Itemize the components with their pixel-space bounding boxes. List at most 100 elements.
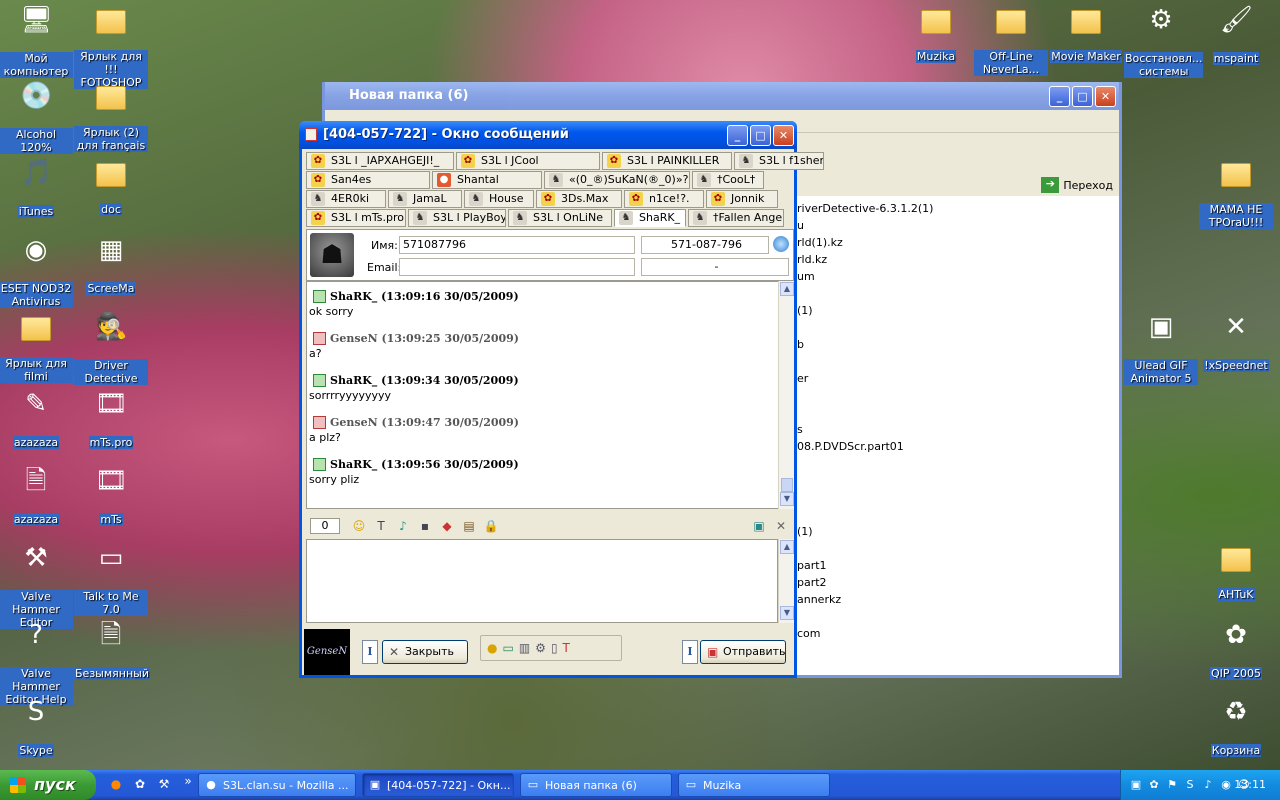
minimize-button[interactable]: _ bbox=[727, 125, 748, 146]
desktop-icon-14[interactable]: 🎞 mTs bbox=[74, 465, 148, 526]
desktop-icon-23[interactable]: ⚙ Восстановл... системы bbox=[1124, 4, 1204, 78]
desktop-icon-27[interactable]: ✕ !xSpeednet bbox=[1199, 311, 1273, 372]
contact-tab[interactable]: ● Shantal bbox=[432, 171, 542, 189]
close-button[interactable]: ✕ bbox=[773, 125, 794, 146]
volume-icon[interactable]: ♪ bbox=[1201, 778, 1215, 792]
contact-tab[interactable]: ♞ S3L l f1sher bbox=[734, 152, 824, 170]
desktop-icon-11[interactable]: ✎ azazaza bbox=[0, 388, 73, 449]
contact-tab[interactable]: ♞ «(0_®)SuKaN(®_0)»? bbox=[544, 171, 690, 189]
desktop-icon-22[interactable]: Movie Maker bbox=[1049, 4, 1123, 63]
message-input[interactable] bbox=[306, 539, 778, 623]
desktop-icon-26[interactable]: ▣ Ulead GIF Animator 5 bbox=[1124, 311, 1198, 385]
desktop-icon-29[interactable]: ✿ QIP 2005 bbox=[1199, 619, 1273, 680]
desktop-icon-8[interactable]: ▦ ScreeMa bbox=[74, 234, 148, 295]
desktop-icon-28[interactable]: AHTuK bbox=[1199, 542, 1273, 601]
speech-icon[interactable]: ● bbox=[487, 641, 497, 655]
desktop-icon-10[interactable]: 🕵 Driver Detective bbox=[74, 311, 148, 385]
input-scrollbar[interactable]: ▲ ▼ bbox=[778, 539, 794, 623]
font-icon[interactable]: T bbox=[372, 518, 390, 534]
book-icon[interactable]: ▤ bbox=[460, 518, 478, 534]
file-item[interactable]: 08.P.DVDScr.part01 bbox=[797, 438, 904, 455]
file-item[interactable]: u bbox=[797, 217, 804, 234]
taskbar-button[interactable]: ▭ Muzika bbox=[678, 773, 830, 797]
network-icon[interactable]: ▣ bbox=[1129, 778, 1143, 792]
file-item[interactable]: part2 bbox=[797, 574, 827, 591]
antivirus-tray-icon[interactable]: ◉ bbox=[1219, 778, 1233, 792]
scroll-down-arrow-icon[interactable]: ▼ bbox=[780, 492, 794, 506]
message-window[interactable]: [404-057-722] - Окно сообщений _ □ ✕ ✿ S3… bbox=[299, 121, 824, 678]
maximize-button[interactable]: □ bbox=[750, 125, 771, 146]
uin-field[interactable]: 571-087-796 bbox=[641, 236, 769, 254]
desktop-icon-16[interactable]: ▭ Talk to Me 7.0 bbox=[74, 542, 148, 616]
contact-tab[interactable]: ♞ ShaRK_ bbox=[614, 209, 686, 227]
desktop-icon-15[interactable]: ⚒ Valve Hammer Editor bbox=[0, 542, 73, 629]
desktop-icon-2[interactable]: Ярлык для !!! FOTOSHOP bbox=[74, 4, 148, 89]
taskbar-button[interactable]: ▭ Новая папка (6) bbox=[520, 773, 672, 797]
message-window-titlebar[interactable]: [404-057-722] - Окно сообщений bbox=[299, 121, 797, 149]
file-item[interactable]: riverDetective-6.3.1.2(1) bbox=[797, 200, 933, 217]
desktop-icon-6[interactable]: doc bbox=[74, 157, 148, 216]
file-item[interactable]: s bbox=[797, 421, 803, 438]
contact-tab[interactable]: ✿ 3Ds.Max bbox=[536, 190, 622, 208]
desktop-icon-20[interactable]: Muzika bbox=[899, 4, 973, 63]
desktop-icon-13[interactable]: 🗎 azazaza bbox=[0, 465, 73, 526]
skype-tray-icon[interactable]: S bbox=[1183, 778, 1197, 792]
desktop-icon-21[interactable]: Off-Line NeverLa... bbox=[974, 4, 1048, 76]
lock-icon[interactable]: 🔒 bbox=[482, 518, 500, 534]
desktop-icon-7[interactable]: ◉ ESET NOD32 Antivirus bbox=[0, 234, 73, 308]
start-button[interactable]: пуск bbox=[0, 770, 96, 800]
contact-tab[interactable]: ♞ House bbox=[464, 190, 534, 208]
firefox-icon[interactable]: ● bbox=[108, 777, 124, 793]
scroll-thumb[interactable] bbox=[781, 478, 793, 492]
qip-tray-icon[interactable]: ✿ bbox=[1147, 778, 1161, 792]
sound-icon[interactable]: ♪ bbox=[394, 518, 412, 534]
scroll-up-arrow-icon[interactable]: ▲ bbox=[780, 282, 794, 296]
close-chat-button[interactable]: ✕ Закрыть bbox=[382, 640, 468, 664]
message-history[interactable]: ShaRK_ (13:09:16 30/05/2009) ok sorry Gens… bbox=[306, 281, 778, 509]
file-item[interactable]: er bbox=[797, 370, 808, 387]
explorer-minimize-button[interactable]: _ bbox=[1049, 86, 1070, 107]
contact-tab[interactable]: ✿ S3L l JCool bbox=[456, 152, 600, 170]
color-icon[interactable]: ◆ bbox=[438, 518, 456, 534]
contact-tab[interactable]: ♞ †Fallen Angel† bbox=[688, 209, 784, 227]
desktop-icon-4[interactable]: Ярлык (2) для français bbox=[74, 80, 148, 152]
taskbar-button[interactable]: ● S3L.clan.su - Mozilla ... bbox=[198, 773, 356, 797]
input-scroll-down-icon[interactable]: ▼ bbox=[780, 606, 794, 620]
desktop-icon-3[interactable]: 💿 Alcohol 120% bbox=[0, 80, 73, 154]
file-item[interactable]: com bbox=[797, 625, 821, 642]
taskbar-button[interactable]: ▣ [404-057-722] - Окн... bbox=[362, 773, 514, 797]
file-item[interactable]: b bbox=[797, 336, 804, 353]
file-item[interactable]: part1 bbox=[797, 557, 827, 574]
contact-tab[interactable]: ✿ n1ce!?. bbox=[624, 190, 704, 208]
contact-tab[interactable]: ✿ S3L l mTs.pro bbox=[306, 209, 406, 227]
desktop-icon-18[interactable]: 🗎 Безымянный bbox=[74, 619, 150, 680]
tray-app-icon[interactable]: ⚒ bbox=[156, 777, 172, 793]
refresh-icon[interactable] bbox=[773, 236, 789, 252]
page-icon[interactable]: ▯ bbox=[551, 641, 558, 655]
file-item[interactable]: rld(1).kz bbox=[797, 234, 843, 251]
clear-icon[interactable]: ✕ bbox=[772, 518, 790, 534]
file-item[interactable]: um bbox=[797, 268, 815, 285]
desktop-icon-9[interactable]: Ярлык для filmi bbox=[0, 311, 73, 383]
explorer-maximize-button[interactable]: □ bbox=[1072, 86, 1093, 107]
contact-tab[interactable]: ♞ JamaL bbox=[388, 190, 462, 208]
history-icon[interactable]: ▣ bbox=[750, 518, 768, 534]
desktop-icon-30[interactable]: ♻ Корзина bbox=[1199, 696, 1273, 757]
desktop-icon-25[interactable]: MAMA HE TPOraU!!! bbox=[1199, 157, 1273, 229]
name-field[interactable]: 571087796 bbox=[399, 236, 635, 254]
desktop-icon-5[interactable]: 🎵 iTunes bbox=[0, 157, 73, 218]
info-toggle-right[interactable]: I bbox=[682, 640, 698, 664]
history-scrollbar[interactable]: ▲ ▼ bbox=[778, 281, 794, 509]
desktop-icon-19[interactable]: S Skype bbox=[0, 696, 73, 757]
contact-tab[interactable]: ♞ S3L l PlayBoy bbox=[408, 209, 506, 227]
email-field[interactable] bbox=[399, 258, 635, 276]
desktop-icon-12[interactable]: 🎞 mTs.pro bbox=[74, 388, 148, 449]
flag-icon[interactable]: ⚑ bbox=[1165, 778, 1179, 792]
explorer-close-button[interactable]: ✕ bbox=[1095, 86, 1116, 107]
file-item[interactable]: (1) bbox=[797, 523, 813, 540]
contact-tab[interactable]: ♞ †CooL† bbox=[692, 171, 764, 189]
desktop-icon-1[interactable]: 🖥 Мой компьютер bbox=[0, 4, 73, 78]
file-item[interactable]: annerkz bbox=[797, 591, 841, 608]
info-toggle-left[interactable]: I bbox=[362, 640, 378, 664]
input-scroll-up-icon[interactable]: ▲ bbox=[780, 540, 794, 554]
